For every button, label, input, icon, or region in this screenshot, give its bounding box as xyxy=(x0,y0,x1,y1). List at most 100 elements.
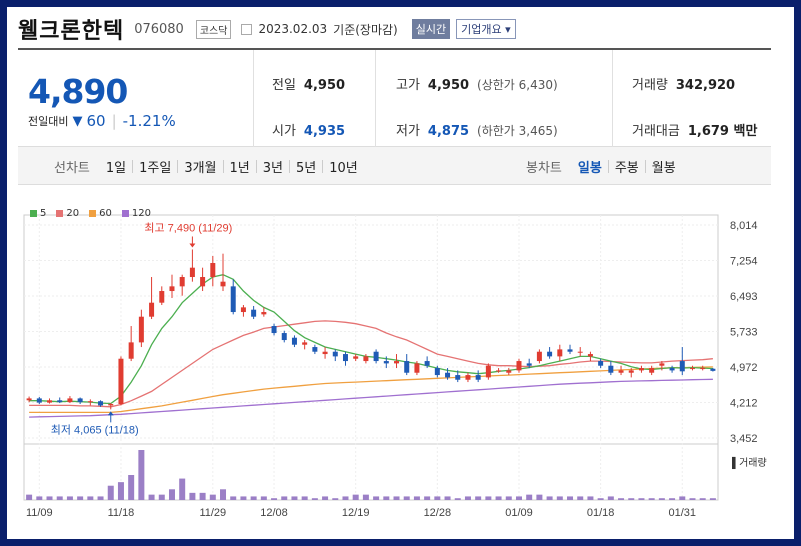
volume-bar xyxy=(179,478,186,500)
candle-body xyxy=(240,307,246,313)
volume-bar xyxy=(454,498,461,500)
volume-bar xyxy=(189,492,196,500)
x-tick-label: 11/29 xyxy=(199,507,226,519)
legend-label: 120 xyxy=(131,208,151,219)
volume-bar xyxy=(628,498,635,500)
volume-bar xyxy=(485,496,492,500)
candle-body xyxy=(342,354,348,362)
volume-bar xyxy=(618,498,625,500)
candle-body xyxy=(465,375,471,380)
candle-body xyxy=(98,401,104,406)
legend-ma120: 120 xyxy=(121,208,151,219)
volume-bar xyxy=(56,496,63,500)
candle-body xyxy=(618,370,624,373)
volume-bar xyxy=(383,496,390,500)
period-3m[interactable]: 3개월 xyxy=(178,157,222,176)
volume-bar xyxy=(413,496,420,500)
change-label: 전일대비 xyxy=(28,115,69,128)
candle-body xyxy=(475,375,481,380)
volume-bar xyxy=(444,496,451,500)
volume-bar xyxy=(495,496,502,500)
candle-body xyxy=(496,370,502,372)
x-tick-label: 01/18 xyxy=(587,507,615,519)
amount-value: 1,679 백만 xyxy=(687,124,758,139)
volume-label: 거래량 xyxy=(632,78,668,93)
candle-body xyxy=(149,302,155,317)
min-price-label: 최저 4,065 (11/18) xyxy=(51,423,139,436)
candle-body xyxy=(47,400,53,403)
candle-body xyxy=(302,342,308,345)
legend-ma20: 20 xyxy=(56,208,79,219)
x-tick-label: 12/08 xyxy=(260,507,288,519)
candle-body xyxy=(404,361,410,373)
candle-body xyxy=(577,351,583,353)
period-5y[interactable]: 5년 xyxy=(290,157,322,176)
y-tick-label: 3,452 xyxy=(730,433,758,445)
candle-body xyxy=(332,351,338,357)
separator: | xyxy=(111,112,117,130)
legend-ma60: 60 xyxy=(89,208,112,219)
period-3y[interactable]: 3년 xyxy=(257,157,289,176)
volume-bar xyxy=(332,498,339,500)
high-price: 고가 4,950 (상한가 6,430) xyxy=(396,74,558,93)
period-1w[interactable]: 1주일 xyxy=(133,157,177,176)
volume-bar xyxy=(311,498,318,500)
candle-body xyxy=(414,363,420,373)
quote-summary: 4,890 전일대비 ▼ 60 | -1.21% 전일 4,950 고가 4,9… xyxy=(18,50,771,147)
volume-bar xyxy=(393,496,400,500)
high-value: 4,950 xyxy=(427,78,470,93)
period-monthly[interactable]: 월봉 xyxy=(646,157,682,176)
period-1d[interactable]: 1일 xyxy=(100,157,132,176)
volume-bar xyxy=(77,496,84,500)
low-price: 저가 4,875 (하한가 3,465) xyxy=(396,120,558,139)
period-1y[interactable]: 1년 xyxy=(224,157,256,176)
candlestick-chart-svg: 8,014 7,254 6,493 5,733 4,972 4,212 3,452 11/09… xyxy=(23,214,767,519)
candle-body xyxy=(220,281,226,287)
candle-chart-tab[interactable]: 봉차트 xyxy=(520,157,572,176)
period-weekly[interactable]: 주봉 xyxy=(609,157,645,176)
candle-body xyxy=(322,351,328,355)
price-chart: 5 20 60 120 8,014 7,254 6,493 5,733 4,972 4,2… xyxy=(18,200,778,530)
volume-bar xyxy=(352,494,359,500)
change-percent: -1.21% xyxy=(122,112,176,130)
volume-bar xyxy=(434,496,441,500)
trade-amount: 거래대금 1,679 백만 xyxy=(632,120,757,139)
volume-bar xyxy=(36,496,43,500)
y-tick-label: 7,254 xyxy=(730,256,758,268)
candle-body xyxy=(108,404,114,406)
chart-toolbar: 선차트 1일 1주일 3개월 1년 3년 5년 10년 봉차트 일봉 주봉 월봉 xyxy=(18,147,771,185)
volume-bar xyxy=(138,450,145,500)
chevron-down-icon: ▾ xyxy=(505,23,511,36)
y-tick-label: 5,733 xyxy=(730,327,758,339)
volume-bar xyxy=(373,496,380,500)
volume-bar xyxy=(301,496,308,500)
candle-body xyxy=(557,349,563,357)
candle-body xyxy=(455,375,461,380)
period-10y[interactable]: 10년 xyxy=(323,157,364,176)
candle-body xyxy=(26,398,32,401)
volume-bar xyxy=(709,498,716,500)
volume-bar xyxy=(220,489,227,500)
candle-body xyxy=(506,370,512,373)
candle-body xyxy=(169,286,175,292)
volume-bar xyxy=(607,496,614,500)
candle-body xyxy=(434,368,440,376)
amount-label: 거래대금 xyxy=(632,124,680,139)
realtime-button[interactable]: 실시간 xyxy=(411,19,451,39)
candle-body xyxy=(526,363,532,366)
volume-bar xyxy=(475,496,482,500)
quote-date: 2023.02.03 xyxy=(258,22,328,36)
candle-body xyxy=(271,326,277,334)
period-daily[interactable]: 일봉 xyxy=(572,157,608,176)
volume-bar xyxy=(107,485,114,500)
volume-bar xyxy=(679,496,686,500)
company-overview-dropdown[interactable]: 기업개요 ▾ xyxy=(456,19,516,39)
open-price: 시가 4,935 xyxy=(272,120,345,139)
candle-body xyxy=(363,356,369,362)
legend-label: 60 xyxy=(99,208,112,219)
volume-bar xyxy=(658,498,665,500)
stock-header: 웰크론한텍 076080 코스닥 2023.02.03 기준(장마감) 실시간 … xyxy=(18,14,516,44)
prev-close: 전일 4,950 xyxy=(272,74,345,93)
line-chart-tab[interactable]: 선차트 xyxy=(48,157,100,176)
volume-bar xyxy=(271,498,278,500)
